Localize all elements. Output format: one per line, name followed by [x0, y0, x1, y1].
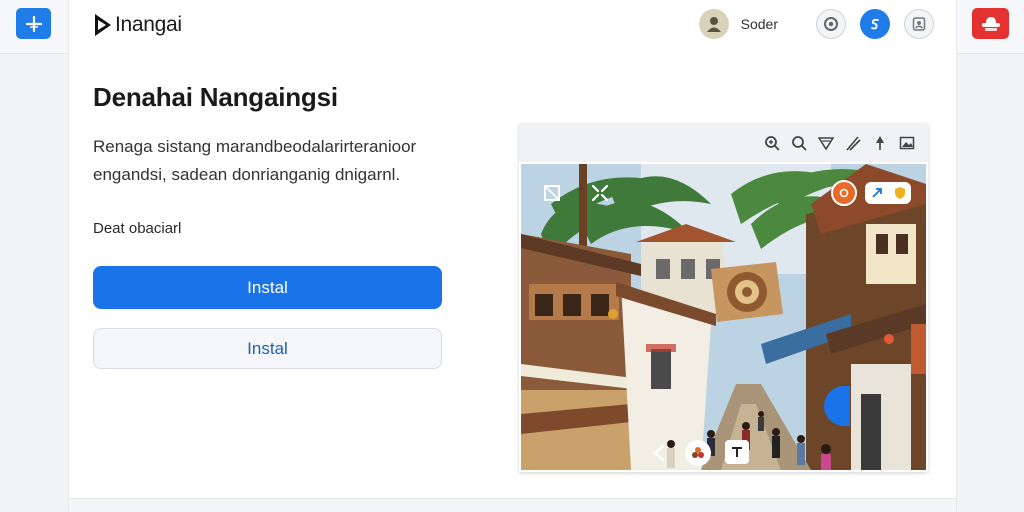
- image-icon[interactable]: [898, 134, 916, 152]
- media-toolbar: [519, 124, 928, 162]
- orange-badge-icon[interactable]: [831, 180, 857, 206]
- media-preview: [519, 124, 928, 472]
- s-badge-icon: [871, 18, 879, 30]
- logo-text: Inangai: [115, 13, 182, 36]
- plus-icon: [25, 15, 42, 32]
- install-button[interactable]: Instal: [93, 266, 442, 309]
- new-tab-button[interactable]: [16, 8, 51, 39]
- shield-icon[interactable]: [889, 182, 911, 204]
- install-secondary-button[interactable]: Instal: [93, 328, 442, 369]
- flower-icon[interactable]: [685, 440, 711, 466]
- settings-icon: [824, 17, 838, 31]
- share-icon[interactable]: [865, 182, 889, 204]
- play-logo-icon: [95, 14, 111, 36]
- crop-icon[interactable]: [541, 182, 563, 204]
- draw-icon[interactable]: [844, 134, 862, 152]
- user-avatar-icon: [706, 17, 721, 32]
- card-footer: [69, 498, 956, 512]
- header-actions: Soder: [698, 9, 934, 39]
- extension-button[interactable]: [972, 8, 1009, 39]
- street-photo[interactable]: [521, 164, 926, 470]
- account-button[interactable]: [904, 9, 934, 39]
- pin-icon[interactable]: [871, 134, 889, 152]
- page-title: Denahai Nangaingsi: [93, 82, 338, 112]
- hat-icon: [981, 16, 1000, 31]
- back-icon[interactable]: [649, 442, 669, 464]
- text-icon[interactable]: [725, 440, 749, 464]
- avatar[interactable]: [698, 9, 729, 39]
- main-card: Inangai Soder Denahai Nangaingsi Renaga …: [68, 0, 957, 512]
- filter-icon[interactable]: [817, 134, 835, 152]
- zoom-in-icon[interactable]: [763, 134, 781, 152]
- section-label: Deat obaciarl: [93, 220, 182, 237]
- user-name[interactable]: Soder: [741, 16, 778, 32]
- s-badge-button[interactable]: [860, 9, 890, 39]
- account-icon: [912, 17, 926, 31]
- search-icon[interactable]: [790, 134, 808, 152]
- app-logo[interactable]: Inangai: [93, 10, 182, 40]
- expand-icon[interactable]: [589, 182, 611, 204]
- settings-button[interactable]: [816, 9, 846, 39]
- page-description: Renaga sistang marandbeodalarirteranioor…: [93, 137, 417, 184]
